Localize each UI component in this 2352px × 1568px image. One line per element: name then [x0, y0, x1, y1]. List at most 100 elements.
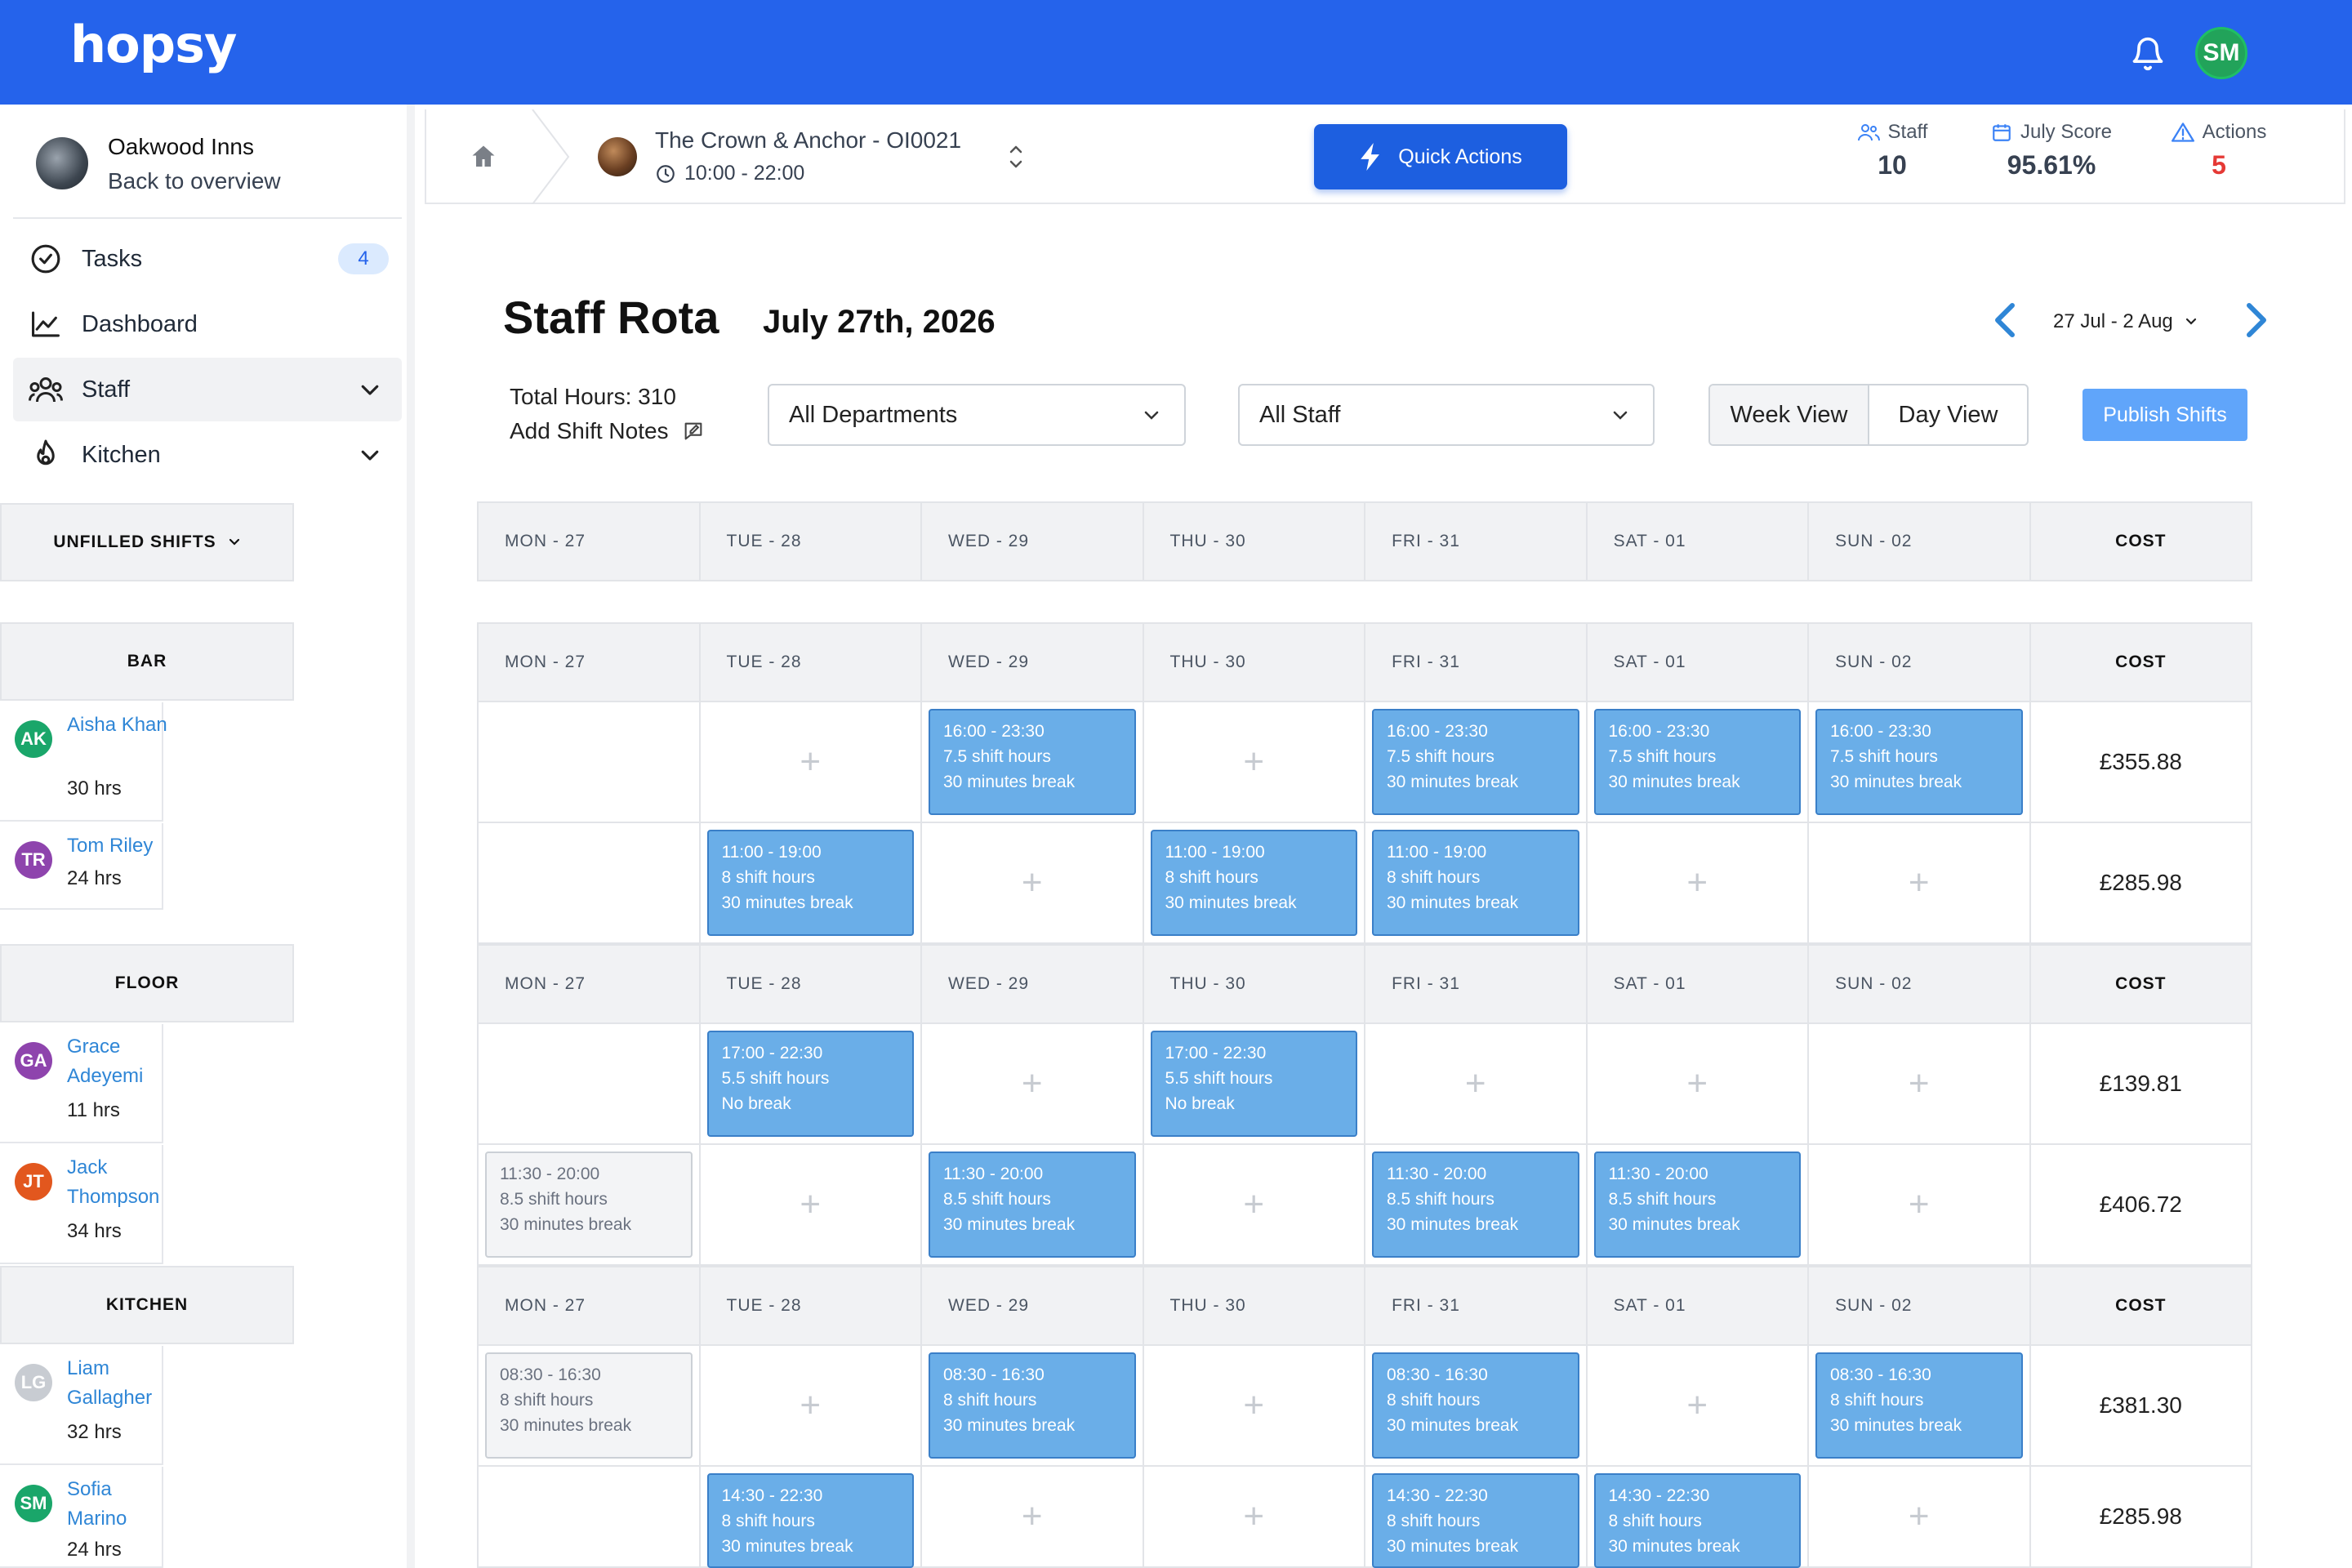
shift-break: 30 minutes break — [721, 893, 853, 912]
day-cell[interactable]: + — [1809, 823, 2031, 942]
day-cell[interactable]: + — [1809, 1145, 2031, 1264]
breadcrumb-separator — [531, 109, 572, 205]
day-view-button[interactable]: Day View — [1869, 385, 2027, 444]
day-cell[interactable]: + — [1588, 1346, 1809, 1465]
shift-time: 17:00 - 22:30 — [1165, 1044, 1267, 1062]
employee-row[interactable]: GA Grace Adeyemi 11 hrs — [0, 1024, 163, 1143]
day-cell[interactable]: + — [1809, 1467, 2031, 1566]
employee-name[interactable]: Grace Adeyemi — [67, 1032, 168, 1091]
employee-name[interactable]: Jack Thompson — [67, 1153, 168, 1212]
day-cell[interactable]: + — [1144, 1145, 1365, 1264]
day-cell[interactable]: + — [1588, 823, 1809, 942]
unfilled-shifts-toggle[interactable]: UNFILLED SHIFTS — [0, 503, 294, 581]
shift-card[interactable]: 08:30 - 16:30 8 shift hours 30 minutes bre… — [929, 1352, 1136, 1459]
app-logo[interactable]: hopsy — [70, 15, 237, 74]
switch-venue-icon[interactable] — [1006, 142, 1026, 172]
user-avatar[interactable]: SM — [2195, 27, 2247, 79]
shift-card[interactable]: 17:00 - 22:30 5.5 shift hours No break — [1150, 1031, 1357, 1137]
shift-card[interactable]: 11:30 - 20:00 8.5 shift hours 30 minutes b… — [929, 1152, 1136, 1258]
add-shift-plus-icon[interactable]: + — [1243, 744, 1264, 780]
shift-card[interactable]: 16:00 - 23:30 7.5 shift hours 30 minutes b… — [1815, 709, 2023, 815]
bell-icon[interactable] — [2130, 34, 2166, 74]
employee-name[interactable]: Sofia Marino — [67, 1475, 168, 1534]
add-shift-plus-icon[interactable]: + — [1022, 1066, 1043, 1102]
add-shift-plus-icon[interactable]: + — [1686, 865, 1708, 901]
staff-filter-select[interactable]: All Staff — [1238, 384, 1655, 446]
add-shift-plus-icon[interactable]: + — [1022, 1499, 1043, 1535]
shift-card[interactable]: 08:30 - 16:30 8 shift hours 30 minutes bre… — [1372, 1352, 1579, 1459]
sidebar-item-tasks[interactable]: Tasks 4 — [13, 227, 402, 291]
table-row: 08:30 - 16:30 8 shift hours 30 minutes bre… — [477, 1346, 2252, 1467]
employee-row[interactable]: TR Tom Riley 24 hrs — [0, 823, 163, 910]
shift-card[interactable]: 14:30 - 22:30 8 shift hours 30 minutes bre… — [1593, 1473, 1801, 1568]
chevron-right-icon[interactable] — [2243, 302, 2269, 338]
back-to-overview-link[interactable]: Back to overview — [108, 168, 281, 194]
add-shift-plus-icon[interactable]: + — [1243, 1499, 1264, 1535]
shift-card[interactable]: 14:30 - 22:30 8 shift hours 30 minutes bre… — [706, 1473, 914, 1568]
employee-row[interactable]: AK Aisha Khan 30 hrs — [0, 702, 167, 822]
day-cell[interactable]: + — [1365, 1024, 1588, 1143]
sidebar-item-kitchen[interactable]: Kitchen — [13, 423, 402, 487]
add-shift-plus-icon[interactable]: + — [1686, 1066, 1708, 1102]
sidebar-item-staff[interactable]: Staff — [13, 358, 402, 421]
employee-row[interactable]: LG Liam Gallagher 32 hrs — [0, 1346, 163, 1465]
add-shift-plus-icon[interactable]: + — [800, 744, 821, 780]
stat-actions[interactable]: Actions 5 — [2149, 121, 2288, 180]
week-view-button[interactable]: Week View — [1710, 385, 1869, 444]
add-shift-plus-icon[interactable]: + — [1243, 1187, 1264, 1223]
add-shift-notes-button[interactable]: Add Shift Notes — [510, 418, 705, 444]
employee-name[interactable]: Liam Gallagher — [67, 1354, 168, 1413]
publish-shifts-button[interactable]: Publish Shifts — [2082, 389, 2247, 441]
add-shift-plus-icon[interactable]: + — [1909, 865, 1930, 901]
employee-hours: 24 hrs — [67, 867, 122, 889]
sidebar-item-dashboard[interactable]: Dashboard — [13, 292, 402, 356]
day-cell[interactable]: + — [1809, 1024, 2031, 1143]
department-header: KITCHEN — [0, 1266, 294, 1344]
shift-card[interactable]: 11:00 - 19:00 8 shift hours 30 minutes bre… — [1150, 830, 1357, 936]
day-cell[interactable]: + — [1144, 702, 1365, 822]
day-cell[interactable]: + — [701, 1346, 922, 1465]
quick-actions-button[interactable]: Quick Actions — [1314, 124, 1567, 189]
date-range-select[interactable]: 27 Jul - 2 Aug — [2053, 310, 2198, 333]
shift-card[interactable]: 17:00 - 22:30 5.5 shift hours No break — [706, 1031, 914, 1137]
employee-row[interactable]: SM Sofia Marino 24 hrs — [0, 1467, 163, 1568]
add-shift-plus-icon[interactable]: + — [1909, 1187, 1930, 1223]
day-cell[interactable]: + — [922, 823, 1144, 942]
shift-card[interactable]: 11:00 - 19:00 8 shift hours 30 minutes bre… — [706, 830, 914, 936]
draft-shift-card[interactable]: 08:30 - 16:30 8 shift hours 30 minutes bre… — [485, 1352, 693, 1459]
add-shift-plus-icon[interactable]: + — [1243, 1388, 1264, 1423]
department-filter-select[interactable]: All Departments — [768, 384, 1186, 446]
day-cell[interactable]: + — [922, 1024, 1144, 1143]
shift-card[interactable]: 14:30 - 22:30 8 shift hours 30 minutes bre… — [1372, 1473, 1579, 1568]
day-cell[interactable]: + — [1144, 1467, 1365, 1566]
chevron-down-icon[interactable] — [358, 443, 382, 467]
day-cell[interactable]: + — [1588, 1024, 1809, 1143]
add-shift-plus-icon[interactable]: + — [1909, 1066, 1930, 1102]
day-cell[interactable]: + — [701, 702, 922, 822]
stat-july-score[interactable]: July Score 95.61% — [1962, 121, 2141, 180]
chevron-down-icon[interactable] — [358, 377, 382, 402]
shift-card[interactable]: 16:00 - 23:30 7.5 shift hours 30 minutes b… — [929, 709, 1136, 815]
shift-card[interactable]: 16:00 - 23:30 7.5 shift hours 30 minutes b… — [1372, 709, 1579, 815]
draft-shift-card[interactable]: 11:30 - 20:00 8.5 shift hours 30 minutes b… — [485, 1152, 693, 1258]
chevron-left-icon[interactable] — [1993, 302, 2019, 338]
add-shift-plus-icon[interactable]: + — [1909, 1499, 1930, 1535]
add-shift-plus-icon[interactable]: + — [1686, 1388, 1708, 1423]
add-shift-plus-icon[interactable]: + — [800, 1187, 821, 1223]
employee-row[interactable]: JT Jack Thompson 34 hrs — [0, 1145, 163, 1264]
shift-card[interactable]: 11:30 - 20:00 8.5 shift hours 30 minutes b… — [1372, 1152, 1579, 1258]
day-cell[interactable]: + — [701, 1145, 922, 1264]
shift-card[interactable]: 08:30 - 16:30 8 shift hours 30 minutes bre… — [1815, 1352, 2023, 1459]
employee-name[interactable]: Tom Riley — [67, 831, 168, 861]
shift-card[interactable]: 11:00 - 19:00 8 shift hours 30 minutes bre… — [1372, 830, 1579, 936]
home-icon[interactable] — [469, 142, 498, 172]
stat-staff[interactable]: Staff 10 — [1831, 121, 1953, 180]
add-shift-plus-icon[interactable]: + — [1465, 1066, 1486, 1102]
employee-name[interactable]: Aisha Khan — [67, 710, 168, 740]
day-cell[interactable]: + — [1144, 1346, 1365, 1465]
add-shift-plus-icon[interactable]: + — [800, 1388, 821, 1423]
shift-card[interactable]: 11:30 - 20:00 8.5 shift hours 30 minutes b… — [1593, 1152, 1801, 1258]
shift-card[interactable]: 16:00 - 23:30 7.5 shift hours 30 minutes b… — [1593, 709, 1801, 815]
day-cell[interactable]: + — [922, 1467, 1144, 1566]
add-shift-plus-icon[interactable]: + — [1022, 865, 1043, 901]
